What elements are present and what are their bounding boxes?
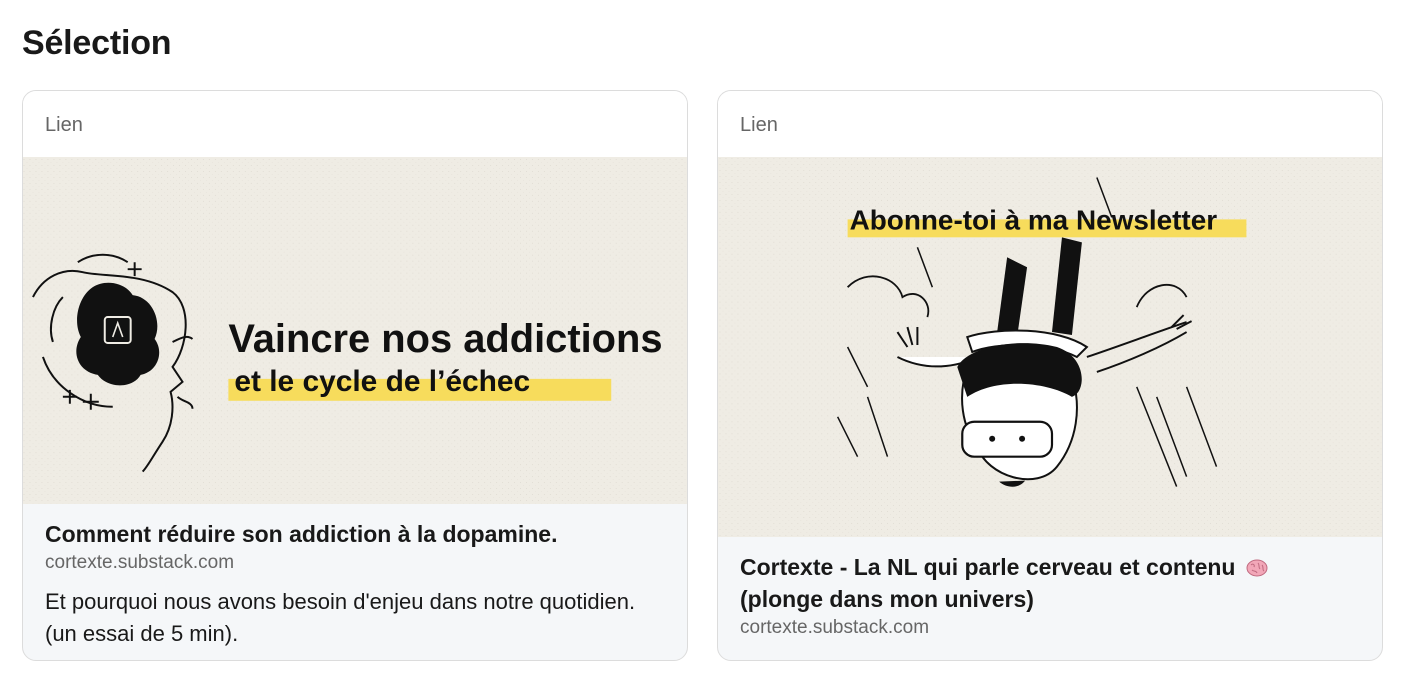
card-image-newsletter[interactable]: Abonne-toi à ma Newsletter [718,157,1382,537]
card-type-label: Lien [23,91,687,157]
card-domain: cortexte.substack.com [740,617,930,638]
card-title-line2: (plonge dans mon univers) [740,586,1034,612]
card-domain: cortexte.substack.com [45,552,235,573]
image-headline-line1: Vaincre nos addictions [228,317,662,361]
card-type-label: Lien [718,91,1382,157]
card-title[interactable]: Comment réduire son addiction à la dopam… [45,518,665,550]
card-description: Et pourquoi nous avons besoin d'enjeu da… [45,589,636,646]
card-title-line1: Cortexte - La NL qui parle cerveau et co… [740,554,1236,580]
card-title[interactable]: Cortexte - La NL qui parle cerveau et co… [740,551,1360,615]
image-headline-line2: et le cycle de l’échec [234,365,530,398]
card-image-addictions[interactable]: Vaincre nos addictions et le cycle de l’… [23,157,687,504]
image-headline: Abonne-toi à ma Newsletter [850,204,1218,235]
link-card-newsletter[interactable]: Lien Abonne-toi à ma Newsletter Cortexte… [717,90,1383,661]
section-title: Sélection [22,24,172,62]
link-card-dopamine[interactable]: Lien Vaincre nos addictions et le cycle … [22,90,688,661]
brain-emoji-icon [1246,559,1268,577]
